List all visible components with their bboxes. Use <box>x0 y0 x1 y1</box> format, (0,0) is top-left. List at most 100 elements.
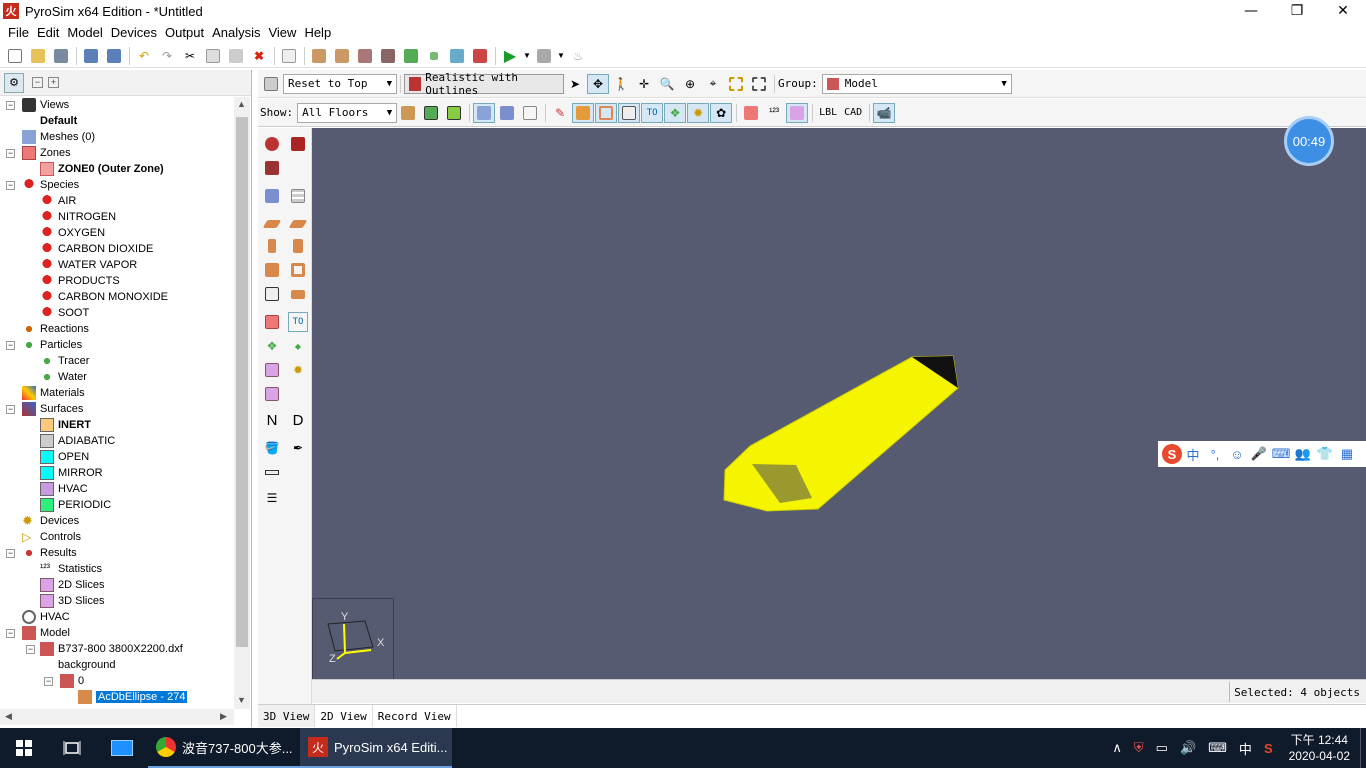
menu-view[interactable]: View <box>264 25 300 40</box>
tree-item-species-products[interactable]: PRODUCTS <box>40 273 120 289</box>
paste-icon[interactable] <box>225 46 247 66</box>
d-tool[interactable]: D <box>288 410 308 430</box>
tree-item-tracer[interactable]: Tracer <box>40 353 89 369</box>
menu-model[interactable]: Model <box>63 25 106 40</box>
minimize-button[interactable]: — <box>1228 0 1274 22</box>
walk-icon[interactable]: 🚶 <box>610 74 632 94</box>
hole-icon[interactable] <box>331 46 353 66</box>
taskbar-chrome[interactable]: 波音737-800大参... <box>148 728 300 768</box>
tree-item-water[interactable]: Water <box>40 369 87 385</box>
show-to-icon[interactable]: TO <box>641 102 664 123</box>
pan-icon[interactable]: ✛ <box>633 74 655 94</box>
show-zones-icon[interactable] <box>740 103 762 123</box>
save-icon[interactable] <box>50 46 72 66</box>
particle-tool-icon[interactable]: ❖ <box>262 336 282 356</box>
fit-all-icon[interactable] <box>748 74 770 94</box>
device-icon[interactable] <box>469 46 491 66</box>
align-icon[interactable]: ☰ <box>262 488 282 508</box>
collapse-zones-icon[interactable]: − <box>6 149 15 158</box>
scroll-right-icon[interactable]: ▶ <box>220 711 227 722</box>
rotate-tool-icon[interactable] <box>288 134 308 154</box>
eyedropper-icon[interactable]: ✒ <box>288 438 308 458</box>
security-icon[interactable]: ⛨ <box>1128 740 1150 756</box>
show-statistics-icon[interactable]: ¹²³ <box>763 103 785 123</box>
ime-menu-icon[interactable]: ▦ <box>1336 444 1358 464</box>
floors-dropdown[interactable]: All Floors ▼ <box>297 102 398 123</box>
tree-item-species-oxygen[interactable]: OXYGEN <box>40 225 105 241</box>
ime-keyboard-icon[interactable]: ⌨ <box>1270 444 1292 464</box>
menu-edit[interactable]: Edit <box>33 25 63 40</box>
collapse-results-icon[interactable]: − <box>6 549 15 558</box>
menu-devices[interactable]: Devices <box>107 25 161 40</box>
collapse-species-icon[interactable]: − <box>6 181 15 190</box>
ime-punctuation-icon[interactable]: °, <box>1204 444 1226 464</box>
import-icon[interactable] <box>80 46 102 66</box>
tree-item-species-co2[interactable]: CARBON DIOXIDE <box>40 241 153 257</box>
tree-item-meshes[interactable]: Meshes (0) <box>22 129 95 145</box>
ime-user-icon[interactable]: 👥 <box>1292 444 1314 464</box>
tree-item-layer-0[interactable]: 0 <box>60 673 84 689</box>
clock[interactable]: 下午 12:44 2020-04-02 <box>1279 732 1360 764</box>
select-pointer-icon[interactable]: ➤ <box>564 74 586 94</box>
tree-item-zones[interactable]: Zones <box>22 145 71 161</box>
open-folder-icon[interactable] <box>27 46 49 66</box>
ime-emoji-icon[interactable]: ☺ <box>1226 444 1248 464</box>
show-slices-icon[interactable] <box>786 102 809 123</box>
language-indicator[interactable]: 中 <box>1233 739 1258 758</box>
expand-all-icon[interactable]: + <box>48 77 59 88</box>
collapse-model-icon[interactable]: − <box>6 629 15 638</box>
tree-item-surfaces[interactable]: Surfaces <box>22 401 83 417</box>
tree-item-results[interactable]: Results <box>22 545 77 561</box>
show-holes-icon[interactable] <box>595 102 618 123</box>
obstruction-icon[interactable] <box>308 46 330 66</box>
volume-icon[interactable]: 🔊 <box>1174 740 1202 756</box>
run-icon[interactable]: ▶ <box>499 46 521 66</box>
tab-record-view[interactable]: Record View <box>373 705 457 727</box>
tree-item-surface-hvac[interactable]: HVAC <box>40 481 88 497</box>
ime-voice-icon[interactable]: 🎤 <box>1248 444 1270 464</box>
tree-item-surface-mirror[interactable]: MIRROR <box>40 465 103 481</box>
show-particles-icon[interactable]: ❖ <box>664 102 687 123</box>
tree-item-ellipse[interactable]: AcDbEllipse - 274 <box>78 689 188 705</box>
tree-item-zone0[interactable]: ZONE0 (Outer Zone) <box>40 161 164 177</box>
recording-timer[interactable]: 00:49 <box>1284 116 1334 166</box>
delete-icon[interactable]: ✖ <box>248 46 270 66</box>
tree-item-surface-periodic[interactable]: PERIODIC <box>40 497 111 513</box>
tree-item-hvac[interactable]: HVAC <box>22 609 70 625</box>
scroll-down-icon[interactable]: ▼ <box>237 695 246 705</box>
windows-start-icon[interactable] <box>0 728 48 768</box>
task-view-icon[interactable] <box>48 728 96 768</box>
slab2-tool-icon[interactable] <box>288 214 308 234</box>
menu-file[interactable]: File <box>4 25 33 40</box>
image-icon[interactable] <box>420 103 442 123</box>
grid-tool-icon[interactable] <box>288 186 308 206</box>
point-particle-tool-icon[interactable]: ◆ <box>288 336 308 356</box>
reset-view-dropdown[interactable]: Reset to Top ▼ <box>283 73 397 94</box>
ime-chinese-mode[interactable]: 中 <box>1182 444 1204 464</box>
collapse-particles-icon[interactable]: − <box>6 341 15 350</box>
to-tool-icon[interactable]: TO <box>288 312 308 332</box>
tag-icon[interactable] <box>446 46 468 66</box>
slice3d-tool-icon[interactable] <box>262 384 282 404</box>
copy-icon[interactable] <box>202 46 224 66</box>
tree-horizontal-scrollbar[interactable]: ◀ ▶ <box>0 709 234 725</box>
show-devices-icon[interactable]: ✹ <box>687 102 710 123</box>
maximize-button[interactable]: ❐ <box>1274 0 1320 22</box>
menu-help[interactable]: Help <box>300 25 335 40</box>
collapse-all-icon[interactable]: − <box>32 77 43 88</box>
zoom-box-icon[interactable]: ⊕ <box>679 74 701 94</box>
group-dropdown[interactable]: Model ▼ <box>821 73 1012 94</box>
undo-icon[interactable]: ↶ <box>133 46 155 66</box>
tree-item-2d-slices[interactable]: 2D Slices <box>40 577 104 593</box>
ime-skin-icon[interactable]: 👕 <box>1314 444 1336 464</box>
vent-icon[interactable] <box>354 46 376 66</box>
menu-analysis[interactable]: Analysis <box>208 25 264 40</box>
tree-item-views[interactable]: Views <box>22 97 69 113</box>
fit-selection-icon[interactable] <box>725 74 747 94</box>
redo-icon[interactable]: ↷ <box>156 46 178 66</box>
tree-item-particles[interactable]: Particles <box>22 337 82 353</box>
block-tool-icon[interactable] <box>262 260 282 280</box>
show-meshes-icon[interactable] <box>473 102 496 123</box>
new-file-icon[interactable] <box>4 46 26 66</box>
collapse-surfaces-icon[interactable]: − <box>6 405 15 414</box>
